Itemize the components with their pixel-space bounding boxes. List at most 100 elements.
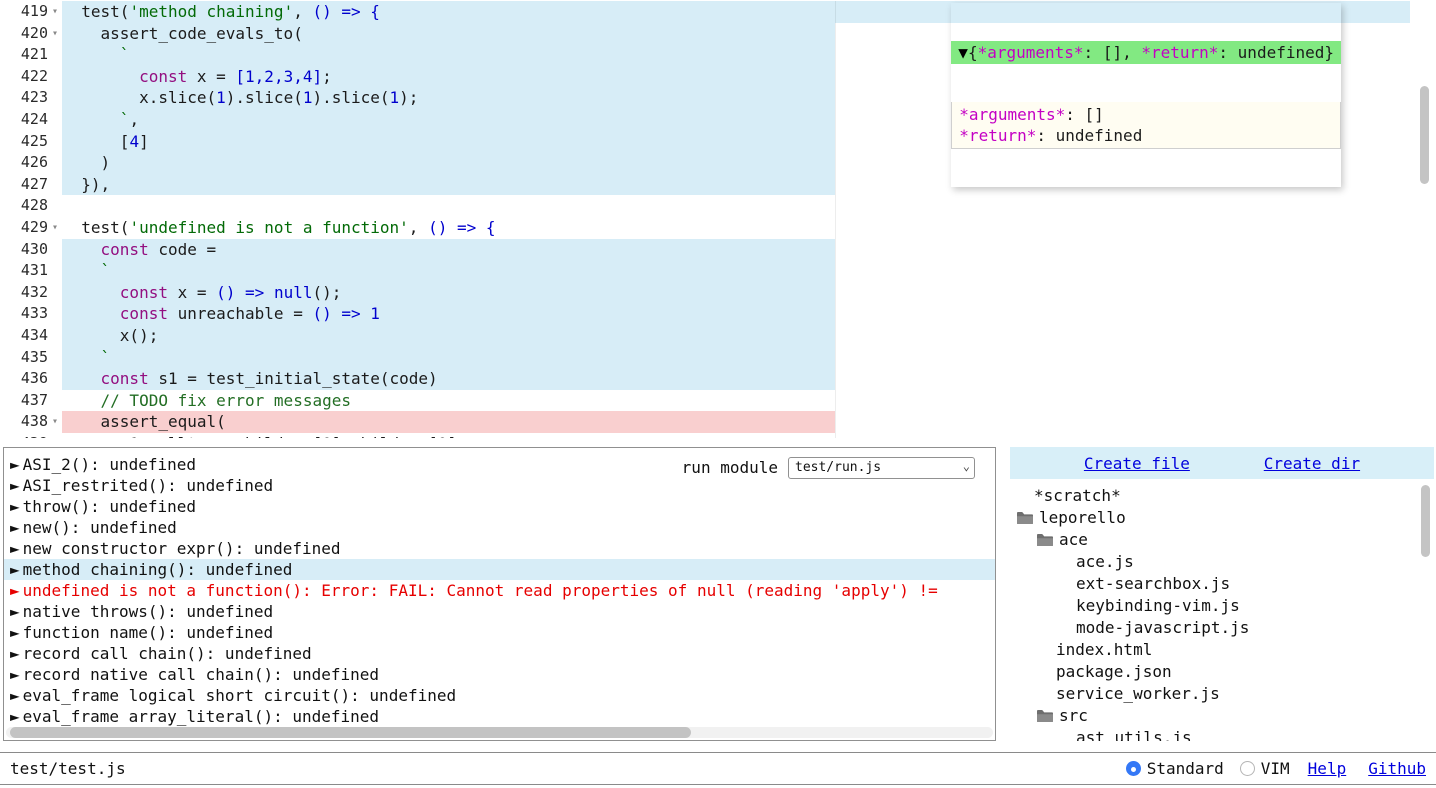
result-row[interactable]: ►new(): undefined: [4, 517, 995, 538]
code-token: [62, 369, 101, 388]
line-number: 436: [21, 368, 48, 390]
tree-item-package-json[interactable]: package.json: [1010, 661, 1434, 683]
gutter-line: 436: [0, 368, 62, 390]
expand-arrow-icon[interactable]: ►: [10, 539, 20, 558]
create-file-link[interactable]: Create file: [1084, 454, 1190, 473]
code-editor[interactable]: 419▾420▾421422423424425426427428429▾4304…: [0, 0, 1436, 438]
code-line[interactable]: // TODO fix error messages: [62, 390, 1410, 412]
code-line[interactable]: `: [62, 260, 1410, 282]
tooltip-token: *return*: [1141, 43, 1218, 62]
result-label: ASI_2(): undefined: [23, 455, 196, 474]
tree-item-keybinding-vim-js[interactable]: keybinding-vim.js: [1010, 595, 1434, 617]
expand-arrow-icon[interactable]: ►: [10, 560, 20, 579]
files-scrollbar-thumb[interactable]: [1421, 485, 1430, 557]
tooltip-token: : undefined}: [1218, 43, 1334, 62]
tree-item-ext-searchbox-js[interactable]: ext-searchbox.js: [1010, 573, 1434, 595]
code-line[interactable]: assert_equal(: [62, 411, 1410, 433]
result-row[interactable]: ►native throws(): undefined: [4, 601, 995, 622]
results-hscrollbar[interactable]: [6, 727, 993, 738]
radio-standard[interactable]: [1126, 761, 1141, 776]
expand-arrow-icon[interactable]: ►: [10, 644, 20, 663]
expand-arrow-icon[interactable]: ►: [10, 518, 20, 537]
expand-arrow-icon[interactable]: ►: [10, 686, 20, 705]
tree-item-leporello[interactable]: leporello: [1010, 507, 1434, 529]
result-row[interactable]: ►eval_frame logical short circuit(): und…: [4, 685, 995, 706]
tree-item-ace-js[interactable]: ace.js: [1010, 551, 1434, 573]
fold-marker-icon[interactable]: ▾: [48, 1, 62, 23]
expand-arrow-icon[interactable]: ►: [10, 707, 20, 726]
tree-item-service-worker-js[interactable]: service_worker.js: [1010, 683, 1434, 705]
link-help[interactable]: Help: [1308, 759, 1347, 778]
code-line[interactable]: s1.calltree.children[0].children[0].erro…: [62, 433, 1410, 438]
mode-option-vim[interactable]: VIM: [1240, 759, 1290, 778]
code-line[interactable]: const s1 = test_initial_state(code): [62, 368, 1410, 390]
expand-arrow-icon[interactable]: ►: [10, 581, 20, 600]
code-token: [: [62, 132, 129, 151]
file-name: ace: [1059, 529, 1088, 551]
code-token: [62, 110, 120, 129]
expand-arrow-icon[interactable]: ►: [10, 665, 20, 684]
code-line[interactable]: test('undefined is not a function', () =…: [62, 217, 1410, 239]
fold-marker-icon[interactable]: ▾: [48, 411, 62, 433]
tree-item-scratch[interactable]: *scratch*: [1010, 485, 1434, 507]
result-row[interactable]: ►eval_frame array_literal(): undefined: [4, 706, 995, 727]
folder-icon: [1036, 533, 1054, 547]
code-token: 1: [390, 88, 400, 107]
result-row[interactable]: ►method chaining(): undefined: [4, 559, 995, 580]
line-number: 428: [21, 195, 48, 217]
result-row[interactable]: ►throw(): undefined: [4, 496, 995, 517]
gutter-line: 439: [0, 433, 62, 438]
code-line[interactable]: x();: [62, 325, 1410, 347]
expand-arrow-icon[interactable]: ►: [10, 602, 20, 621]
expand-arrow-icon[interactable]: ►: [10, 497, 20, 516]
fold-marker-icon[interactable]: ▾: [48, 217, 62, 239]
tree-item-ace[interactable]: ace: [1010, 529, 1434, 551]
code-token: x();: [62, 326, 158, 345]
result-row[interactable]: ►new constructor expr(): undefined: [4, 538, 995, 559]
code-token: ): [62, 153, 110, 172]
run-module-select[interactable]: test/run.js: [788, 457, 975, 479]
code-line[interactable]: const x = () => null();: [62, 282, 1410, 304]
code-line[interactable]: [62, 195, 1410, 217]
code-token: s1.calltree.children[0].children[0].erro…: [62, 434, 601, 438]
mode-label: VIM: [1261, 759, 1290, 778]
radio-vim[interactable]: [1240, 761, 1255, 776]
file-name: ext-searchbox.js: [1076, 573, 1230, 595]
create-dir-link[interactable]: Create dir: [1264, 454, 1360, 473]
result-row[interactable]: ►record call chain(): undefined: [4, 643, 995, 664]
line-number: 438: [21, 411, 48, 433]
result-row[interactable]: ►record native call chain(): undefined: [4, 664, 995, 685]
code-line[interactable]: `: [62, 347, 1410, 369]
fold-marker-icon[interactable]: ▾: [48, 23, 62, 45]
line-number: 422: [21, 66, 48, 88]
result-row[interactable]: ►function name(): undefined: [4, 622, 995, 643]
code-token: 1: [216, 88, 226, 107]
editor-scrollbar-thumb[interactable]: [1420, 86, 1429, 184]
expand-arrow-icon[interactable]: ►: [10, 476, 20, 495]
code-token: [62, 67, 139, 86]
mode-label: Standard: [1147, 759, 1224, 778]
tree-item-src[interactable]: src: [1010, 705, 1434, 727]
expand-arrow-icon[interactable]: ►: [10, 455, 20, 474]
gutter-line: 421: [0, 44, 62, 66]
results-hscrollbar-thumb[interactable]: [10, 727, 691, 738]
line-number: 431: [21, 260, 48, 282]
code-token: [1,2,3,4]: [235, 67, 322, 86]
code-token: [62, 261, 101, 280]
tree-item-index-html[interactable]: index.html: [1010, 639, 1434, 661]
collapse-triangle-icon[interactable]: ▼: [958, 43, 968, 62]
line-number: 427: [21, 174, 48, 196]
tree-item-mode-javascript-js[interactable]: mode-javascript.js: [1010, 617, 1434, 639]
link-github[interactable]: Github: [1368, 759, 1426, 778]
tooltip-header[interactable]: ▼{*arguments*: [], *return*: undefined}: [951, 41, 1341, 64]
result-row[interactable]: ►undefined is not a function(): Error: F…: [4, 580, 995, 601]
gutter-line: 431: [0, 260, 62, 282]
code-line[interactable]: const unreachable = () => 1: [62, 303, 1410, 325]
code-line[interactable]: const code =: [62, 239, 1410, 261]
tree-item-ast-utils-js[interactable]: ast_utils.js: [1010, 727, 1434, 741]
expand-arrow-icon[interactable]: ►: [10, 623, 20, 642]
code-token: const: [101, 240, 149, 259]
file-name: package.json: [1056, 661, 1172, 683]
mode-option-standard[interactable]: Standard: [1126, 759, 1224, 778]
gutter-line: 425: [0, 131, 62, 153]
